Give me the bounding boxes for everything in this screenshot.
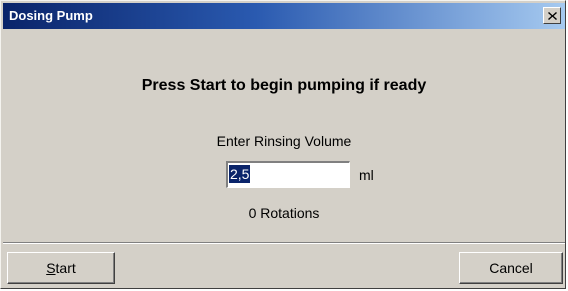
cancel-button[interactable]: Cancel (459, 252, 563, 284)
window-title: Dosing Pump (9, 8, 93, 23)
start-accelerator: S (46, 260, 56, 276)
close-icon (547, 11, 557, 20)
dosing-pump-dialog: Dosing Pump Press Start to begin pumping… (0, 0, 566, 289)
volume-unit-label: ml (359, 167, 374, 183)
start-label: tart (55, 260, 76, 276)
rotations-counter: 0 Rotations (248, 205, 320, 221)
instruction-text: Press Start to begin pumping if ready (141, 77, 427, 94)
title-bar[interactable]: Dosing Pump (3, 3, 565, 29)
button-divider (3, 242, 565, 244)
close-button[interactable] (543, 7, 561, 24)
rinsing-volume-label: Enter Rinsing Volume (216, 133, 352, 149)
rinsing-volume-input[interactable]: 2,5 (226, 161, 350, 188)
rinsing-volume-value: 2,5 (229, 165, 251, 183)
start-button[interactable]: Start (7, 252, 115, 284)
